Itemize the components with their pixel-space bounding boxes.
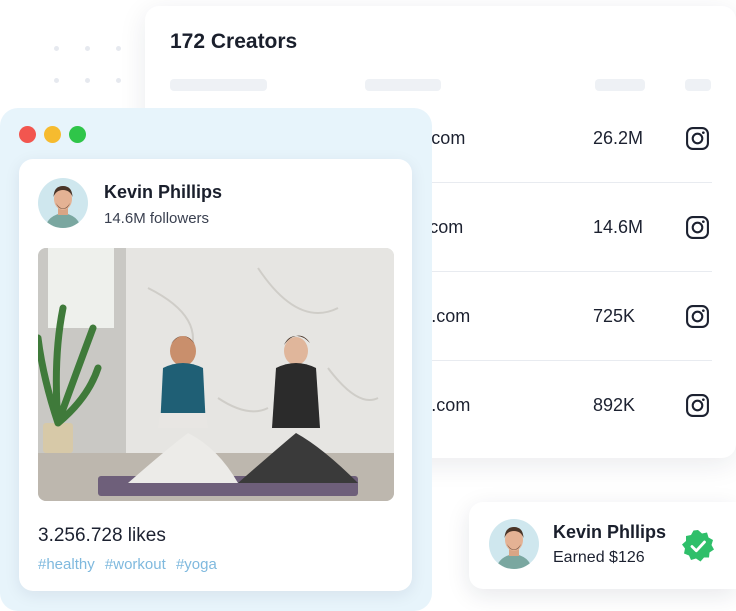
instagram-icon[interactable]: [685, 393, 710, 418]
table-header-placeholder: [365, 79, 441, 91]
window-maximize-dot[interactable]: [69, 126, 86, 143]
table-header-placeholder: [170, 79, 267, 91]
verified-check-icon: [682, 530, 714, 562]
post-window: Kevin Phillips 14.6M followers 3.256.728…: [0, 108, 432, 611]
window-close-dot[interactable]: [19, 126, 36, 143]
window-minimize-dot[interactable]: [44, 126, 61, 143]
earned-amount: Earned $126: [553, 549, 645, 566]
hashtag-link[interactable]: #healthy: [38, 556, 95, 573]
table-header-placeholder: [595, 79, 645, 91]
follower-count: 14.6M followers: [104, 210, 210, 227]
table-header-placeholder: [685, 79, 711, 91]
hashtag-link[interactable]: #workout: [105, 556, 166, 573]
hashtags: #healthy #workout #yoga: [38, 556, 223, 573]
creator-followers: 26.2M: [593, 128, 644, 148]
earning-notification: Kevin Phllips Earned $126: [469, 502, 736, 589]
creator-followers: 14.6M: [593, 217, 644, 237]
decorative-dot-grid: [50, 40, 130, 100]
avatar[interactable]: [489, 519, 539, 569]
post-image: [38, 248, 394, 501]
creator-followers: 725K: [593, 306, 636, 326]
instagram-icon[interactable]: [685, 304, 710, 329]
instagram-icon[interactable]: [685, 126, 710, 151]
avatar[interactable]: [38, 178, 88, 228]
creator-name: Kevin Phillips: [104, 182, 223, 202]
earning-creator-name: Kevin Phllips: [553, 522, 667, 542]
likes-count: 3.256.728 likes: [38, 525, 166, 546]
hashtag-link[interactable]: #yoga: [176, 556, 217, 573]
table-title: 172 Creators: [170, 30, 298, 53]
creator-followers: 892K: [593, 395, 636, 415]
post-card: Kevin Phillips 14.6M followers 3.256.728…: [19, 159, 412, 591]
instagram-icon[interactable]: [685, 215, 710, 240]
